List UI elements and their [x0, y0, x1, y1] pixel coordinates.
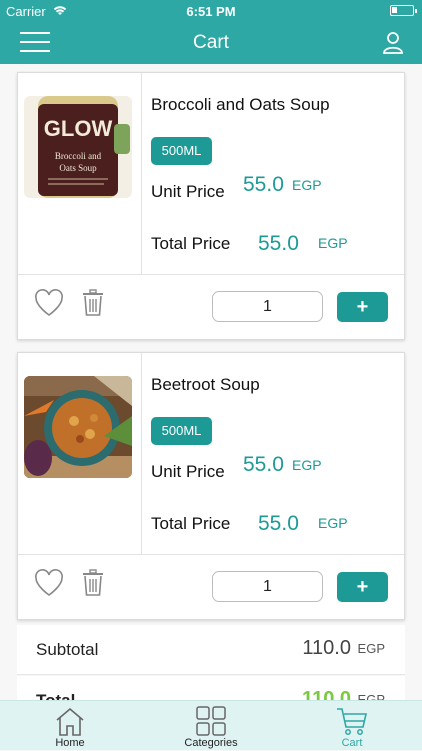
user-icon[interactable] — [382, 31, 404, 55]
size-badge: 500ML — [151, 137, 212, 165]
total-price-value: 55.0 — [258, 232, 299, 255]
subtotal-currency: EGP — [357, 641, 385, 656]
total-price-value: 55.0 — [258, 512, 299, 535]
total-price-label: Total Price — [151, 234, 231, 253]
label-brand-text: GLOW — [44, 116, 113, 141]
unit-price-value: 55.0 — [243, 173, 284, 196]
product-image-box — [18, 353, 142, 554]
cart-item-card: Beetroot Soup 500ML Unit Price 55.0 EGP … — [17, 352, 406, 620]
total-value: 110.0 — [302, 688, 351, 700]
size-badge: 500ML — [151, 417, 212, 445]
increase-quantity-button[interactable]: + — [337, 572, 388, 602]
total-label: Total — [36, 691, 75, 700]
quantity-field[interactable]: 1 — [212, 571, 323, 602]
product-image-box: GLOW Broccoli and Oats Soup — [18, 73, 142, 274]
total-price-currency: EGP — [318, 515, 348, 531]
quantity-field[interactable]: 1 — [212, 291, 323, 322]
tab-home[interactable]: Home — [0, 701, 140, 751]
status-bar: Carrier 6:51 PM — [0, 0, 422, 22]
home-icon — [56, 707, 84, 736]
categories-grid-icon — [196, 706, 226, 736]
cart-item-card: GLOW Broccoli and Oats Soup Broccoli and… — [17, 72, 406, 340]
unit-price-currency: EGP — [292, 457, 322, 473]
cart-icon — [337, 708, 368, 735]
trash-icon[interactable] — [82, 569, 104, 596]
unit-price-label: Unit Price — [151, 462, 225, 481]
clock: 6:51 PM — [186, 4, 236, 19]
tab-label: Cart — [341, 737, 363, 749]
total-price-currency: EGP — [318, 235, 348, 251]
tab-cart[interactable]: Cart — [282, 701, 422, 751]
card-divider — [18, 554, 406, 555]
unit-price-value: 55.0 — [243, 453, 284, 476]
svg-text:Broccoli and: Broccoli and — [55, 151, 102, 161]
subtotal-value: 110.0 — [302, 637, 351, 659]
cart-content: GLOW Broccoli and Oats Soup Broccoli and… — [0, 64, 422, 700]
unit-price-currency: EGP — [292, 177, 322, 193]
heart-icon[interactable] — [34, 289, 64, 317]
tab-bar: Home Categories Cart — [0, 700, 422, 750]
product-image[interactable]: GLOW Broccoli and Oats Soup — [24, 96, 132, 198]
tab-label: Home — [55, 737, 85, 749]
header-bar: Cart — [0, 22, 422, 64]
product-image[interactable] — [24, 376, 132, 478]
subtotal-label: Subtotal — [36, 640, 99, 659]
page-title: Cart — [193, 32, 229, 53]
product-name[interactable]: Beetroot Soup — [151, 375, 260, 395]
battery-icon — [390, 5, 417, 16]
card-divider — [18, 274, 406, 275]
tab-label: Categories — [184, 737, 238, 749]
product-name[interactable]: Broccoli and Oats Soup — [151, 95, 330, 115]
total-price-label: Total Price — [151, 514, 231, 533]
trash-icon[interactable] — [82, 289, 104, 316]
increase-quantity-button[interactable]: + — [337, 292, 388, 322]
svg-text:Oats Soup: Oats Soup — [59, 163, 97, 173]
total-currency: EGP — [357, 692, 385, 700]
heart-icon[interactable] — [34, 569, 64, 597]
unit-price-label: Unit Price — [151, 182, 225, 201]
tab-categories[interactable]: Categories — [141, 701, 281, 751]
total-row: Total 110.0 EGP — [17, 676, 405, 700]
subtotal-row: Subtotal 110.0 EGP — [17, 625, 405, 675]
